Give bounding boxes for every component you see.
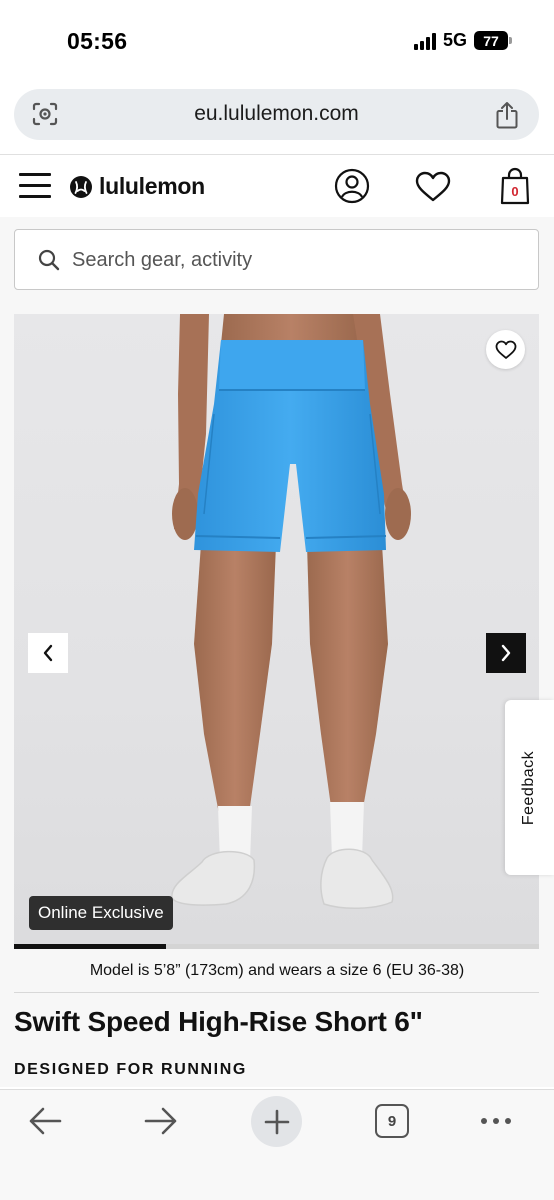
search-input[interactable]: Search gear, activity (14, 229, 539, 290)
battery-level: 77 (483, 32, 499, 49)
heart-icon[interactable] (415, 171, 451, 203)
tab-count: 9 (387, 1112, 397, 1130)
previous-image-button[interactable] (28, 633, 68, 673)
feedback-tab[interactable]: Feedback (505, 700, 554, 875)
model-size-note: Model is 5’8” (173cm) and wears a size 6… (89, 962, 465, 979)
tab-switcher-button[interactable]: 9 (375, 1104, 409, 1138)
chevron-right-icon (501, 644, 511, 662)
chevron-left-icon (43, 644, 53, 662)
new-tab-button[interactable] (251, 1096, 302, 1147)
signal-icon (413, 32, 436, 50)
product-subtitle: DESIGNED FOR RUNNING (14, 1061, 247, 1078)
product-title: Swift Speed High-Rise Short 6" (14, 1006, 423, 1037)
share-icon[interactable] (494, 100, 520, 130)
battery-icon: 77 (474, 31, 512, 50)
logo[interactable]: lululemon (70, 173, 205, 200)
next-image-button[interactable] (486, 633, 526, 673)
heart-outline-icon (495, 340, 516, 359)
status-time: 05:56 (67, 28, 128, 54)
lululemon-logo-icon (70, 175, 92, 198)
status-bar: 05:56 5G 77 (0, 0, 554, 84)
brand-name: lululemon (99, 173, 205, 199)
hamburger-icon[interactable] (19, 173, 51, 199)
online-exclusive-badge: Online Exclusive (29, 896, 173, 930)
site-header: lululemon 0 (0, 155, 554, 217)
search-icon (38, 249, 60, 271)
address-bar[interactable]: eu.lululemon.com (14, 89, 539, 140)
status-indicators: 5G 77 (413, 30, 512, 51)
forward-arrow-icon[interactable] (143, 1106, 179, 1136)
back-arrow-icon[interactable] (27, 1106, 63, 1136)
url-text[interactable]: eu.lululemon.com (14, 102, 539, 126)
plus-icon (264, 1109, 289, 1134)
account-icon[interactable] (334, 168, 370, 204)
search-placeholder: Search gear, activity (72, 249, 253, 271)
feedback-label: Feedback (520, 750, 537, 826)
network-type: 5G (442, 30, 467, 50)
add-to-wishlist-button[interactable] (486, 330, 525, 369)
product-image (171, 314, 411, 910)
browser-toolbar: 9 (0, 1089, 554, 1200)
product-image-gallery[interactable]: Online Exclusive (14, 314, 539, 944)
shopping-bag-icon[interactable]: 0 (500, 167, 530, 205)
divider (14, 992, 539, 993)
more-options-icon[interactable] (481, 1118, 511, 1124)
bag-count: 0 (511, 184, 519, 199)
gallery-progress-bar (14, 944, 539, 949)
gallery-progress-fill (14, 944, 167, 949)
